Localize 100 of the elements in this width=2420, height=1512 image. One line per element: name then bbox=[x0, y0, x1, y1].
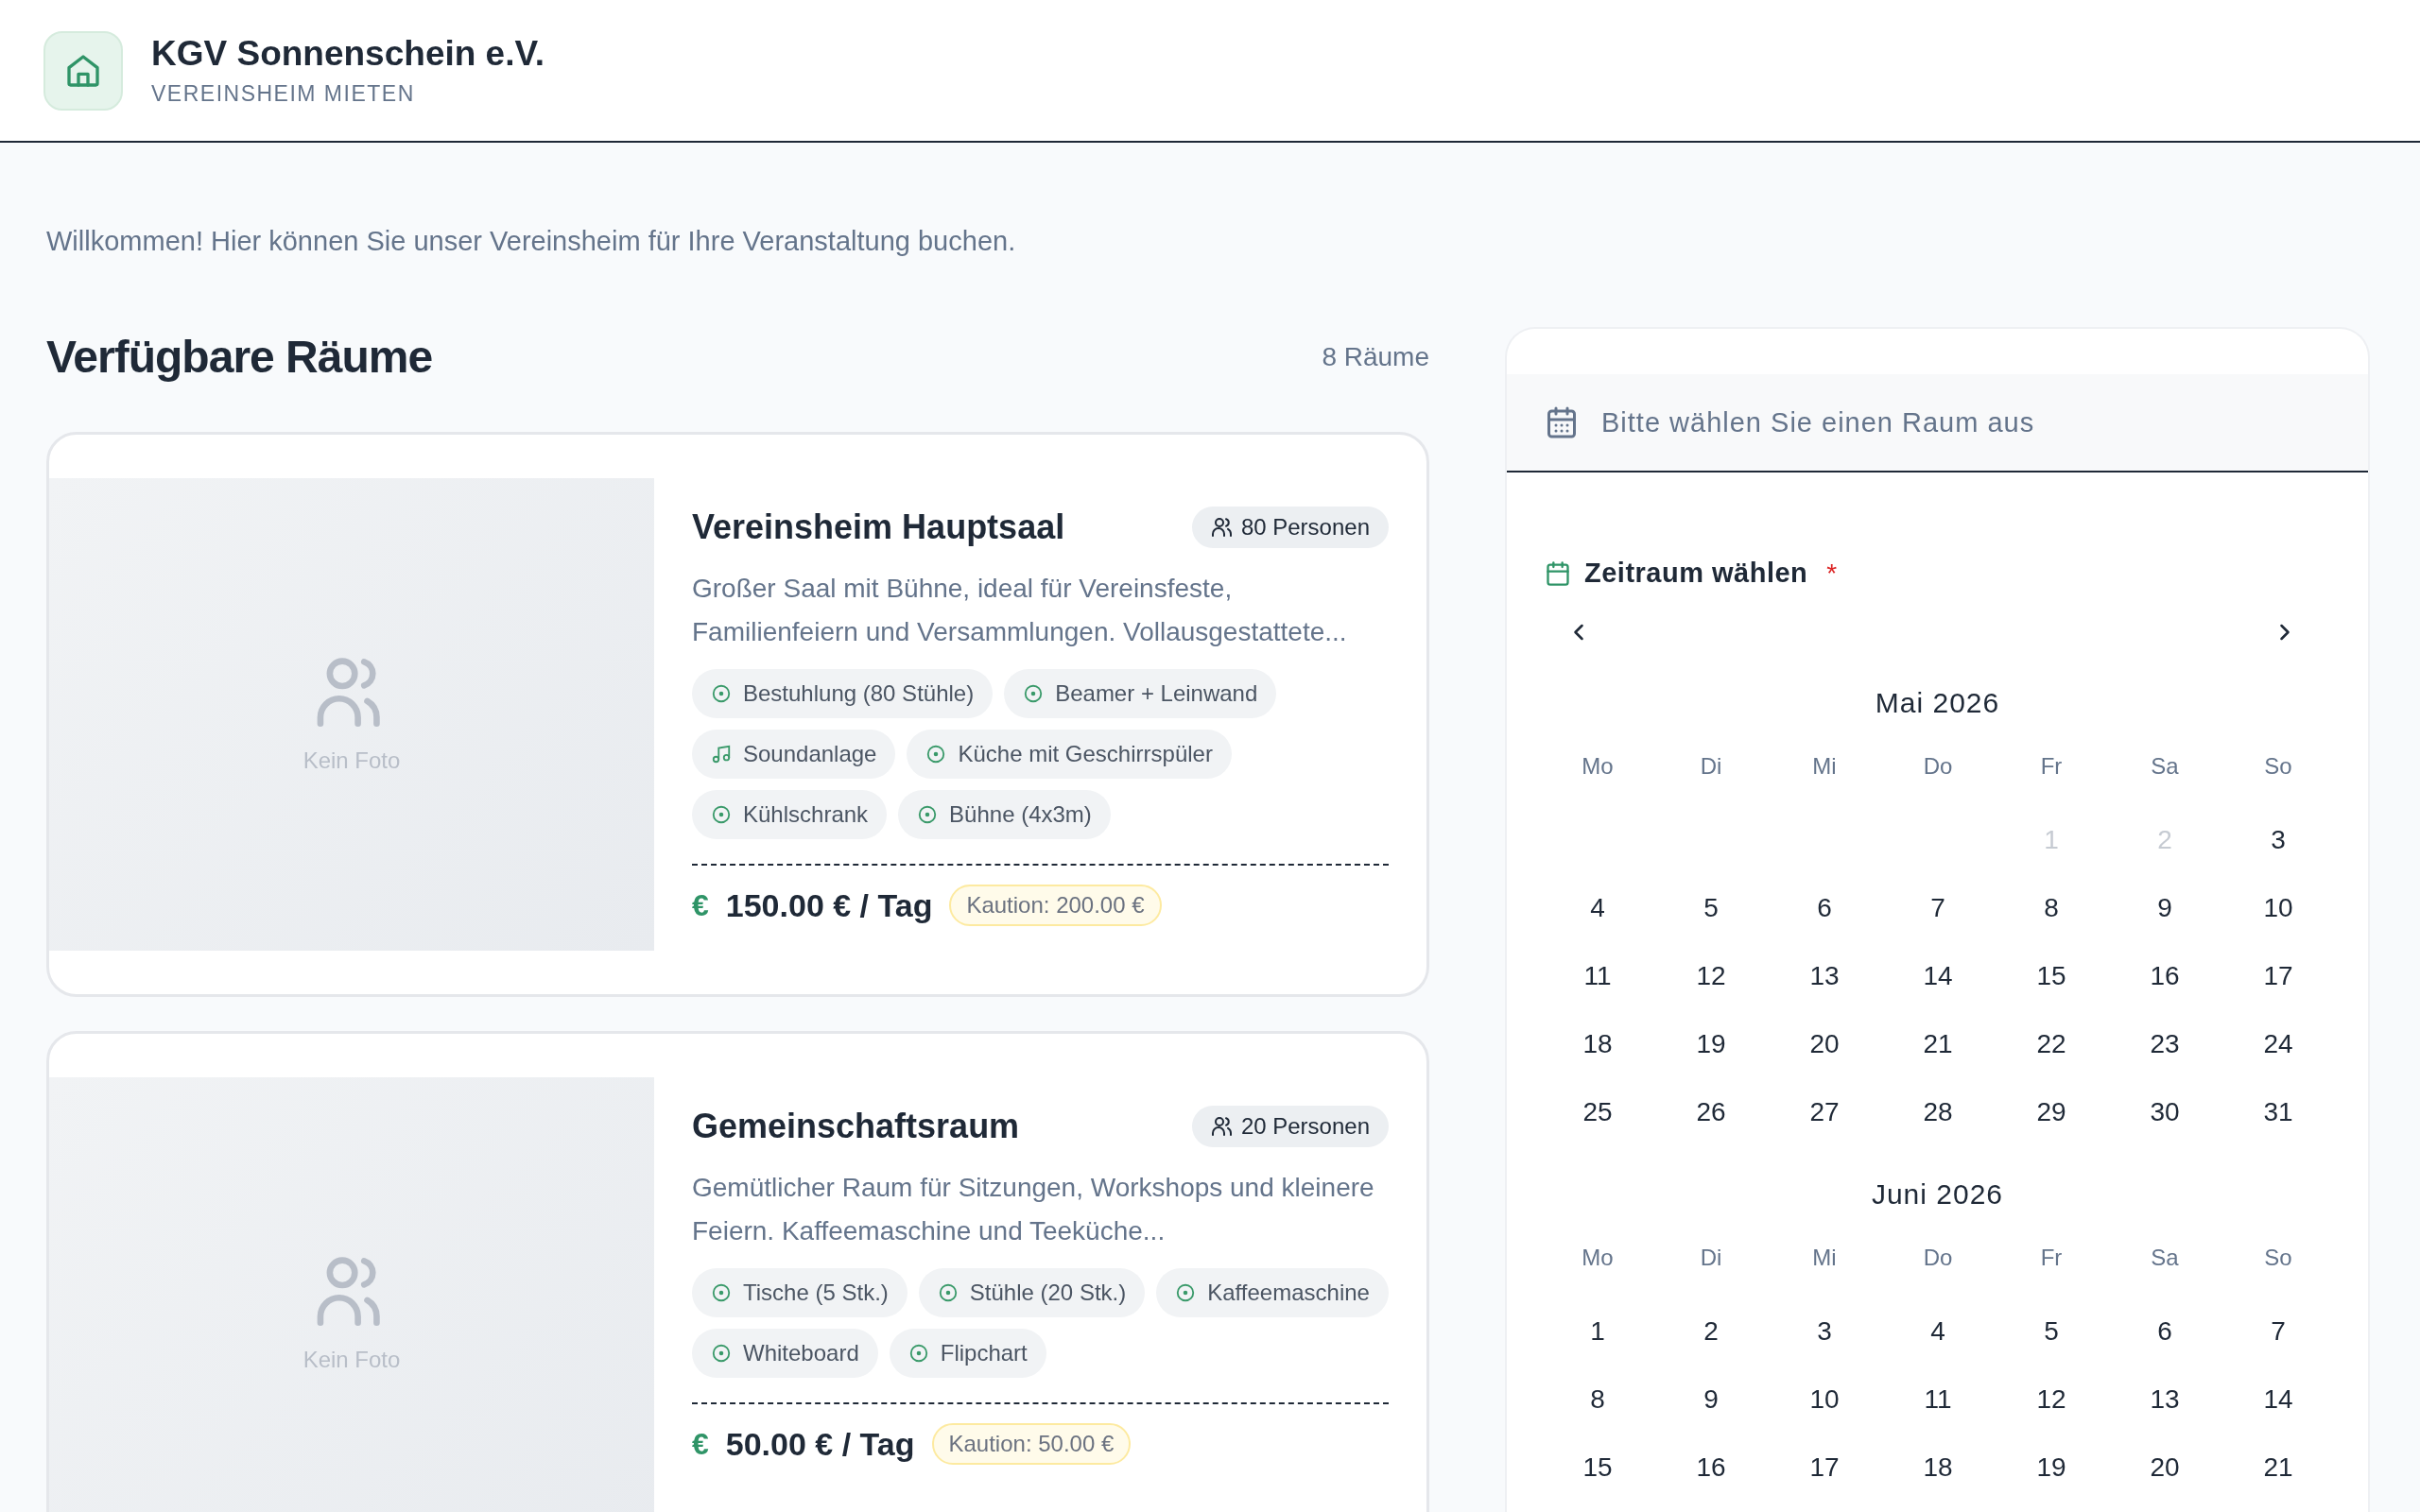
calendar-day[interactable]: 18 bbox=[1582, 1029, 1613, 1059]
calendar-day: 2 bbox=[2157, 825, 2172, 855]
weekday-label: Do bbox=[1923, 753, 1953, 780]
calendar-day[interactable]: 7 bbox=[1930, 893, 1945, 923]
weekday-label: Mi bbox=[1812, 753, 1837, 780]
people-icon bbox=[1210, 516, 1234, 539]
calendar-day[interactable]: 17 bbox=[1809, 1452, 1840, 1483]
calendar-day[interactable]: 17 bbox=[2263, 961, 2293, 991]
feature-label: Soundanlage bbox=[743, 741, 877, 767]
calendar-day[interactable]: 25 bbox=[1582, 1097, 1613, 1127]
calendar-day[interactable]: 7 bbox=[2271, 1316, 2286, 1347]
calendar-day[interactable]: 1 bbox=[1590, 1316, 1605, 1347]
weekday-label: Mi bbox=[1812, 1245, 1837, 1271]
feature-label: Küche mit Geschirrspüler bbox=[958, 741, 1213, 767]
room-price: 150.00 € / Tag bbox=[725, 886, 933, 924]
feature-label: Kühlschrank bbox=[743, 801, 869, 828]
calendar-day[interactable]: 12 bbox=[1696, 961, 1726, 991]
room-price: 50.00 € / Tag bbox=[725, 1425, 915, 1463]
room-card[interactable] bbox=[46, 432, 1429, 997]
people-icon bbox=[1210, 1115, 1234, 1138]
weekday-label: Di bbox=[1700, 753, 1722, 780]
calendar-day[interactable]: 3 bbox=[2271, 825, 2286, 855]
room-description: Großer Saal mit Bühne, ideal für Vereinsfeste, Familienfeiern und Versammlungen. Vollausgestattete... bbox=[692, 573, 1348, 648]
calendar-day[interactable]: 20 bbox=[1809, 1029, 1840, 1059]
calendar-day[interactable]: 13 bbox=[2150, 1384, 2180, 1415]
calendar-day[interactable]: 15 bbox=[1582, 1452, 1613, 1483]
calendar-day[interactable]: 9 bbox=[1703, 1384, 1719, 1415]
calendar-day[interactable]: 14 bbox=[1923, 961, 1953, 991]
calendar-day[interactable]: 6 bbox=[1817, 893, 1832, 923]
calendar-day[interactable]: 24 bbox=[2263, 1029, 2293, 1059]
room-name: Gemeinschaftsraum bbox=[692, 1107, 1020, 1146]
calendar-day[interactable]: 16 bbox=[1696, 1452, 1726, 1483]
period-label: Zeitraum wählen bbox=[1584, 558, 1808, 589]
room-count: 8 Räume bbox=[1322, 341, 1429, 372]
calendar-day[interactable]: 23 bbox=[2150, 1029, 2180, 1059]
calendar-day[interactable]: 5 bbox=[1703, 893, 1719, 923]
calendar-day[interactable]: 30 bbox=[2150, 1097, 2180, 1127]
calendar-icon bbox=[1545, 405, 1579, 439]
calendar-day[interactable]: 5 bbox=[2044, 1316, 2059, 1347]
calendar-day[interactable]: 4 bbox=[1930, 1316, 1945, 1347]
calendar-day[interactable]: 26 bbox=[1696, 1097, 1726, 1127]
currency-icon: € bbox=[692, 887, 709, 923]
currency-icon: € bbox=[692, 1426, 709, 1462]
dot-circle-icon bbox=[908, 1343, 929, 1364]
room-prompt: Bitte wählen Sie einen Raum aus bbox=[1601, 406, 2035, 438]
calendar-day[interactable]: 12 bbox=[2036, 1384, 2066, 1415]
calendar-day[interactable]: 10 bbox=[1809, 1384, 1840, 1415]
calendar-day[interactable]: 11 bbox=[1583, 961, 1612, 991]
calendar-day[interactable]: 8 bbox=[2044, 893, 2059, 923]
calendar-day[interactable]: 13 bbox=[1809, 961, 1840, 991]
deposit-badge: Kaution: 200.00 € bbox=[949, 885, 1162, 926]
deposit-badge: Kaution: 50.00 € bbox=[931, 1423, 1132, 1465]
weekday-label: So bbox=[2264, 1245, 2292, 1271]
dot-circle-icon bbox=[711, 1282, 732, 1303]
calendar-day[interactable]: 20 bbox=[2150, 1452, 2180, 1483]
calendar-day: 1 bbox=[2044, 825, 2059, 855]
room-description: Gemütlicher Raum für Sitzungen, Workshops und kleinere Feiern. Kaffeemaschine und Teeküche... bbox=[692, 1172, 1375, 1247]
capacity-label: 80 Personen bbox=[1240, 514, 1370, 541]
section-heading: Verfügbare Räume bbox=[46, 331, 433, 383]
calendar-day[interactable]: 9 bbox=[2157, 893, 2172, 923]
calendar-day[interactable]: 31 bbox=[2263, 1097, 2293, 1127]
calendar-day[interactable]: 3 bbox=[1817, 1316, 1832, 1347]
dot-circle-icon bbox=[711, 1343, 732, 1364]
room-card[interactable] bbox=[46, 1031, 1429, 1512]
calendar-day[interactable]: 27 bbox=[1809, 1097, 1840, 1127]
calendar-day[interactable]: 18 bbox=[1923, 1452, 1953, 1483]
calendar-day[interactable]: 2 bbox=[1703, 1316, 1719, 1347]
required-mark: * bbox=[1826, 558, 1838, 589]
calendar-day[interactable]: 16 bbox=[2150, 961, 2180, 991]
calendar-day[interactable]: 22 bbox=[2036, 1029, 2066, 1059]
calendar-day[interactable]: 21 bbox=[1923, 1029, 1953, 1059]
calendar-day[interactable]: 29 bbox=[2036, 1097, 2066, 1127]
weekday-label: So bbox=[2264, 753, 2292, 780]
weekday-label: Fr bbox=[2040, 1245, 2063, 1271]
calendar-day[interactable]: 10 bbox=[2263, 893, 2293, 923]
calendar-day[interactable]: 4 bbox=[1590, 893, 1605, 923]
app-subtitle: VEREINSHEIM MIETEN bbox=[151, 81, 416, 107]
calendar-day[interactable]: 14 bbox=[2263, 1384, 2293, 1415]
room-name: Vereinsheim Hauptsaal bbox=[692, 507, 1065, 547]
weekday-label: Sa bbox=[2151, 753, 2179, 780]
calendar-day[interactable]: 11 bbox=[1924, 1384, 1952, 1415]
calendar-day[interactable]: 28 bbox=[1923, 1097, 1953, 1127]
calendar-day[interactable]: 21 bbox=[2263, 1452, 2293, 1483]
weekday-label: Mo bbox=[1582, 1245, 1614, 1271]
club-name: KGV Sonnenschein e.V. bbox=[151, 34, 545, 74]
home-icon[interactable] bbox=[43, 30, 123, 111]
weekday-label: Fr bbox=[2040, 753, 2063, 780]
calendar-day[interactable]: 19 bbox=[2036, 1452, 2066, 1483]
calendar-day[interactable]: 6 bbox=[2157, 1316, 2172, 1347]
month-title: Mai 2026 bbox=[1874, 687, 2001, 719]
feature-label: Tische (5 Stk.) bbox=[743, 1280, 889, 1306]
month-title: Juni 2026 bbox=[1870, 1178, 2005, 1211]
dot-circle-icon bbox=[925, 744, 947, 765]
feature-label: Bühne (4x3m) bbox=[949, 801, 1092, 828]
calendar-day[interactable]: 15 bbox=[2036, 961, 2066, 991]
calendar-day[interactable]: 8 bbox=[1590, 1384, 1605, 1415]
calendar-day[interactable]: 19 bbox=[1696, 1029, 1726, 1059]
weekday-label: Di bbox=[1700, 1245, 1722, 1271]
feature-label: Kaffeemaschine bbox=[1207, 1280, 1370, 1306]
dot-circle-icon bbox=[917, 804, 939, 825]
